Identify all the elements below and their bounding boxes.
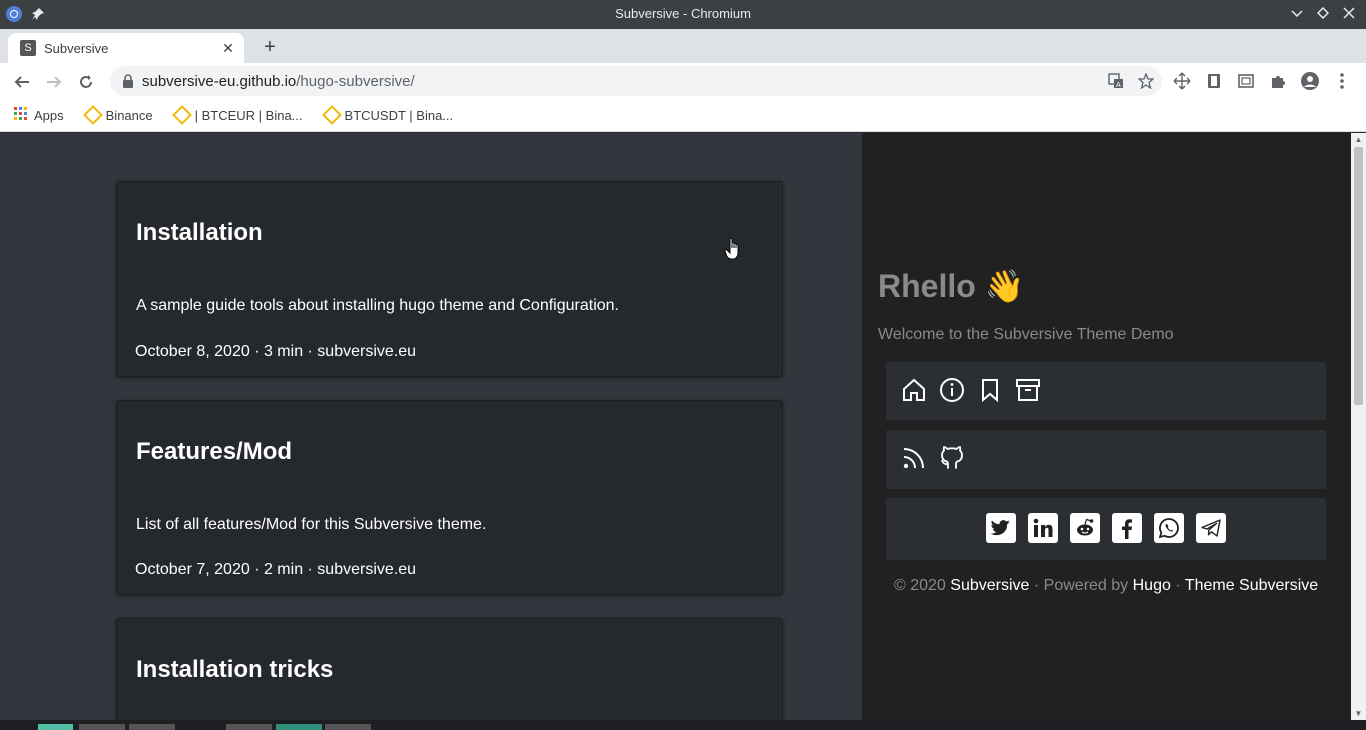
rss-icon[interactable] xyxy=(900,444,928,472)
whatsapp-icon[interactable] xyxy=(1154,513,1184,543)
reload-button[interactable] xyxy=(75,71,97,93)
window-titlebar: Subversive - Chromium xyxy=(0,0,1366,29)
extensions-puzzle-icon[interactable] xyxy=(1268,71,1288,91)
apps-grid-icon xyxy=(14,106,28,124)
url-host: subversive-eu.github.io xyxy=(142,73,297,90)
footer-separator: · xyxy=(1175,577,1181,594)
facebook-icon[interactable] xyxy=(1112,513,1142,543)
sidebar-welcome: Welcome to the Subversive Theme Demo xyxy=(878,326,1174,343)
bookmark-star-icon[interactable] xyxy=(1137,72,1155,94)
address-bar[interactable]: subversive-eu.github.io/hugo-subversive/… xyxy=(110,66,1162,96)
nav-icon-box xyxy=(886,362,1326,420)
binance-icon xyxy=(321,105,342,125)
browser-menu-icon[interactable] xyxy=(1332,71,1352,91)
post-card[interactable]: Installation A sample guide tools about … xyxy=(116,181,783,377)
bookmark-label: | BTCEUR | Bina... xyxy=(194,107,303,123)
home-icon[interactable] xyxy=(900,376,928,404)
info-icon[interactable] xyxy=(938,376,966,404)
scroll-down-icon[interactable]: ▼ xyxy=(1354,709,1363,718)
page-viewport: Installation A sample guide tools about … xyxy=(0,133,1351,720)
taskbar-item[interactable] xyxy=(276,724,322,730)
footer-powered-by: · Powered by xyxy=(1033,577,1129,594)
bookmark-btcusdt[interactable]: BTCUSDT | Bina... xyxy=(321,105,454,125)
post-list: Installation A sample guide tools about … xyxy=(0,133,862,720)
post-description: List of all features/Mod for this Subver… xyxy=(136,516,487,533)
taskbar-item[interactable] xyxy=(325,724,371,730)
feed-icon-box xyxy=(886,430,1326,489)
binance-icon xyxy=(82,105,103,125)
browser-toolbar: subversive-eu.github.io/hugo-subversive/… xyxy=(0,63,1366,99)
url-text[interactable]: subversive-eu.github.io/hugo-subversive/ xyxy=(142,73,415,90)
window-title: Subversive - Chromium xyxy=(615,6,751,21)
lock-icon[interactable] xyxy=(122,74,134,93)
tab-close-icon[interactable]: ✕ xyxy=(220,40,236,56)
bookmark-label: Apps xyxy=(34,107,64,123)
os-taskbar xyxy=(0,720,1366,730)
bookmarks-bar: Apps Binance | BTCEUR | Bina... BTCUSDT … xyxy=(0,99,1366,132)
bookmark-label: BTCUSDT | Bina... xyxy=(344,107,454,123)
github-icon[interactable] xyxy=(938,444,966,472)
site-favicon-icon: S xyxy=(20,40,36,56)
page-scrollbar[interactable]: ▲ ▼ xyxy=(1351,133,1366,720)
move-extension-icon[interactable] xyxy=(1172,71,1192,91)
maximize-icon[interactable] xyxy=(1316,6,1330,20)
url-path: /hugo-subversive/ xyxy=(296,73,415,90)
linkedin-icon[interactable] xyxy=(1028,513,1058,543)
reader-extension-icon[interactable] xyxy=(1204,71,1224,91)
post-title[interactable]: Features/Mod xyxy=(136,438,292,466)
binance-icon xyxy=(171,105,192,125)
hand-cursor-icon xyxy=(724,237,744,266)
post-meta: October 7, 2020 · 2 min · subversive.eu xyxy=(135,561,417,578)
back-button[interactable] xyxy=(11,71,33,93)
reddit-icon[interactable] xyxy=(1070,513,1100,543)
post-card[interactable]: Features/Mod List of all features/Mod fo… xyxy=(116,400,783,595)
post-title[interactable]: Installation xyxy=(136,219,263,247)
taskbar-item[interactable] xyxy=(226,724,272,730)
footer-copyright: © 2020 xyxy=(894,577,946,594)
bookmark-apps[interactable]: Apps xyxy=(14,106,64,124)
close-window-icon[interactable] xyxy=(1342,6,1356,20)
scrollbar-thumb[interactable] xyxy=(1354,147,1363,405)
telegram-icon[interactable] xyxy=(1196,513,1226,543)
tab-title: Subversive xyxy=(44,40,109,56)
bookmark-icon[interactable] xyxy=(976,376,1004,404)
tab-strip: S Subversive ✕ + xyxy=(0,29,1366,63)
forward-button[interactable] xyxy=(43,71,65,93)
bookmark-btceur[interactable]: | BTCEUR | Bina... xyxy=(171,105,303,125)
footer-theme-link[interactable]: Theme Subversive xyxy=(1185,577,1318,594)
taskbar-item[interactable] xyxy=(79,724,125,730)
minimize-icon[interactable] xyxy=(1290,6,1304,20)
taskbar-item[interactable] xyxy=(129,724,175,730)
profile-avatar-icon[interactable] xyxy=(1300,71,1320,91)
archive-icon[interactable] xyxy=(1014,376,1042,404)
footer-site-link[interactable]: Subversive xyxy=(950,577,1029,594)
twitter-icon[interactable] xyxy=(986,513,1016,543)
post-title[interactable]: Installation tricks xyxy=(136,656,333,684)
screenshot-extension-icon[interactable] xyxy=(1236,71,1256,91)
bookmark-label: Binance xyxy=(105,107,153,123)
new-tab-button[interactable]: + xyxy=(258,36,282,58)
share-icon-box xyxy=(886,498,1326,560)
post-card[interactable]: Installation tricks xyxy=(116,618,783,720)
footer-hugo-link[interactable]: Hugo xyxy=(1133,577,1171,594)
tab-subversive[interactable]: S Subversive ✕ xyxy=(8,33,244,63)
svg-text:A: A xyxy=(1116,81,1121,89)
sidebar: Rhello 👋 Welcome to the Subversive Theme… xyxy=(862,133,1351,720)
taskbar-item[interactable] xyxy=(38,724,73,730)
post-description: A sample guide tools about installing hu… xyxy=(136,297,619,314)
sidebar-footer: © 2020 Subversive · Powered by Hugo · Th… xyxy=(894,577,1318,595)
post-meta: October 8, 2020 · 3 min · subversive.eu xyxy=(135,343,417,360)
bookmark-binance[interactable]: Binance xyxy=(82,105,153,125)
sidebar-heading: Rhello 👋 xyxy=(878,268,1025,304)
translate-icon[interactable]: A xyxy=(1108,73,1124,94)
scroll-up-icon[interactable]: ▲ xyxy=(1354,135,1363,144)
